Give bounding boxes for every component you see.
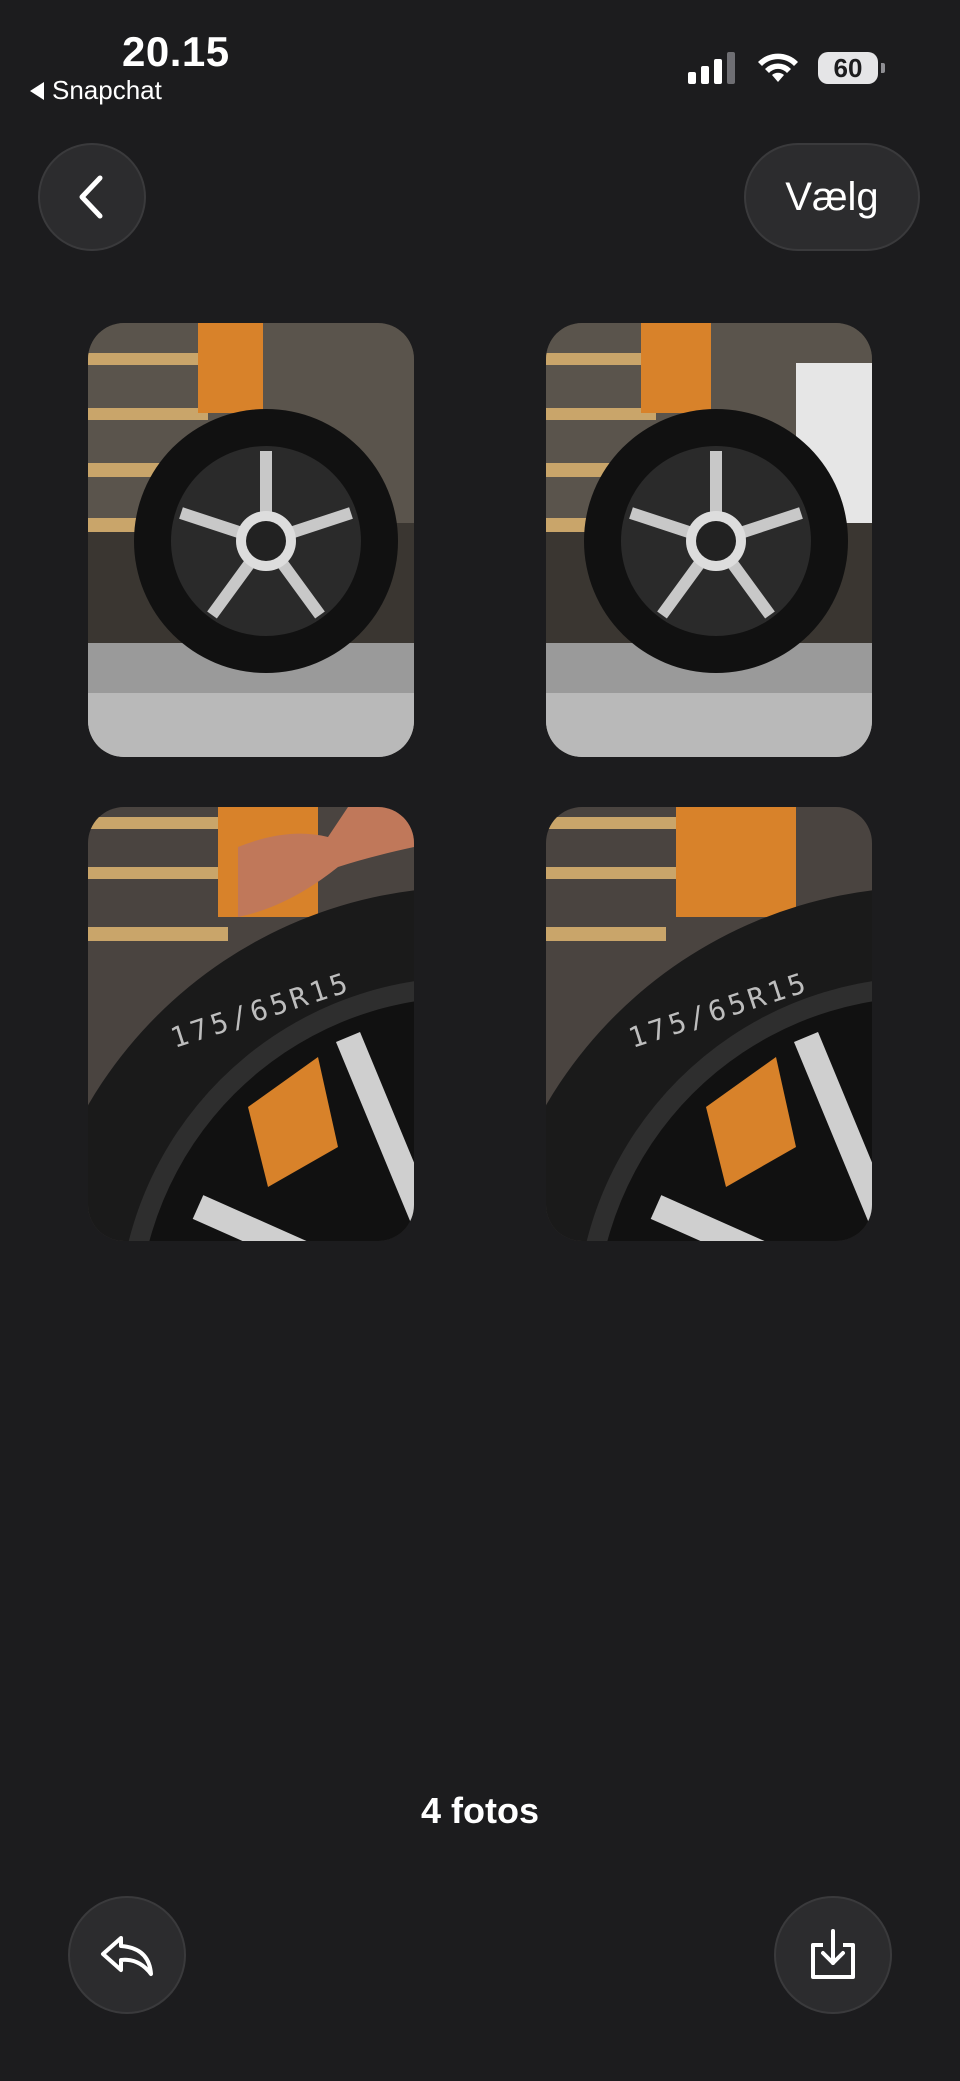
reply-icon	[101, 1936, 153, 1976]
photo-thumbnail[interactable]: 175/65R15	[88, 807, 414, 1241]
save-button[interactable]	[774, 1896, 892, 2014]
status-time: 20.15	[122, 28, 230, 75]
status-icons: 60	[688, 52, 885, 84]
wheel-photo	[546, 323, 872, 757]
back-triangle-icon	[30, 81, 44, 100]
tire-photo: 175/65R15	[546, 807, 872, 1241]
back-to-app-link[interactable]: Snapchat	[30, 75, 162, 106]
photo-count: 4 fotos	[420, 1790, 539, 1831]
back-button[interactable]	[38, 143, 146, 251]
back-app-label: Snapchat	[52, 75, 162, 105]
select-button[interactable]: Vælg	[744, 143, 920, 251]
download-icon	[811, 1929, 855, 1979]
chevron-left-icon	[79, 175, 103, 219]
photo-thumbnail[interactable]	[546, 323, 872, 757]
signal-icon	[688, 52, 735, 84]
wifi-icon	[758, 53, 798, 82]
photo-thumbnail[interactable]	[88, 323, 414, 757]
photo-thumbnail[interactable]: 175/65R15	[546, 807, 872, 1241]
battery-icon: 60	[818, 52, 885, 84]
tire-photo: 175/65R15	[88, 807, 414, 1241]
battery-level: 60	[833, 52, 863, 83]
wheel-photo	[88, 323, 414, 757]
reply-button[interactable]	[68, 1896, 186, 2014]
